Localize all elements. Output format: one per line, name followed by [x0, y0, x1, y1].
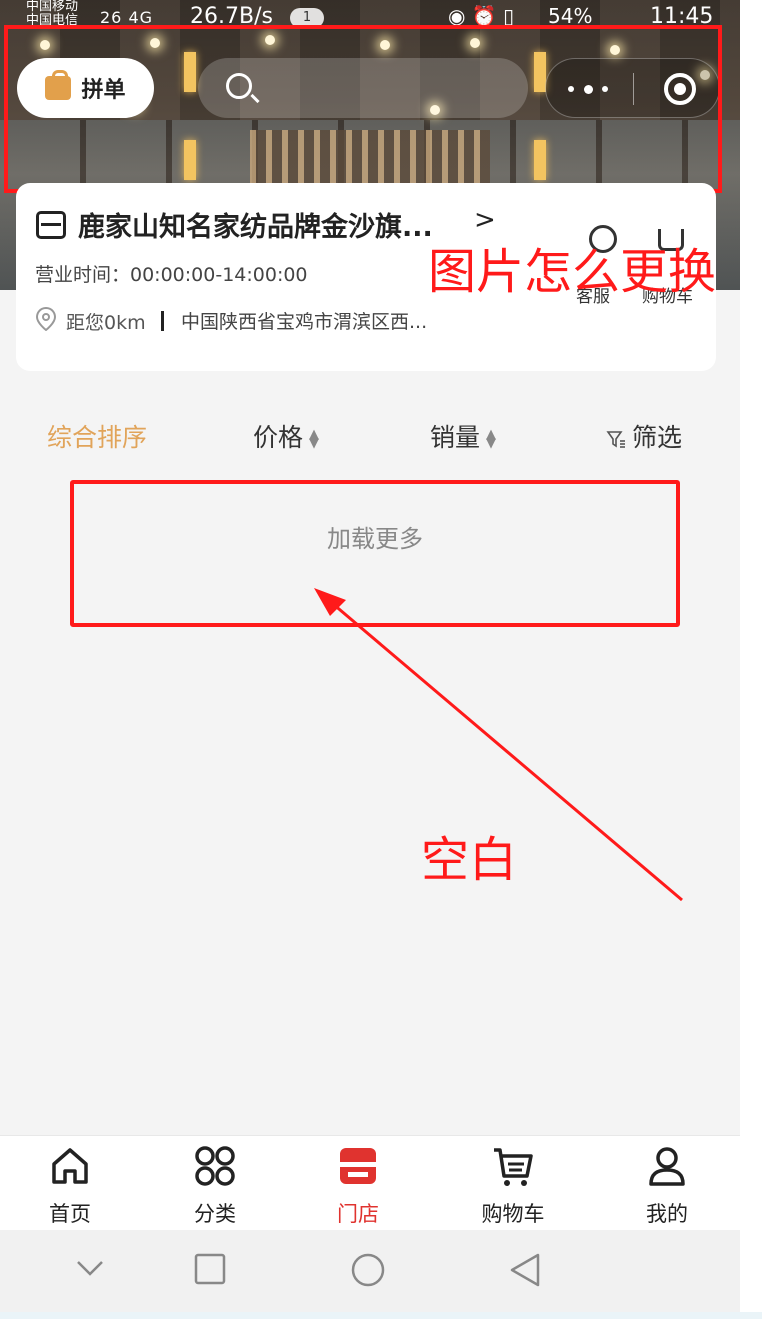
tab-store-label: 门店 — [337, 1202, 379, 1226]
sort-price[interactable]: 价格 ▲ ▼ — [253, 418, 319, 454]
tab-home[interactable]: 首页 — [15, 1144, 125, 1228]
tab-home-label: 首页 — [49, 1202, 91, 1226]
sort-comprehensive-label: 综合排序 — [47, 423, 148, 452]
tab-store[interactable]: 门店 — [303, 1144, 413, 1228]
store-icon — [340, 1148, 376, 1184]
sort-comprehensive[interactable]: 综合排序 — [47, 418, 147, 454]
store-name[interactable]: 鹿家山知名家纺品牌金沙旗... — [78, 205, 433, 244]
tab-category-label: 分类 — [194, 1202, 236, 1226]
filter-label: 筛选 — [632, 423, 683, 452]
annotation-frame-header — [4, 25, 722, 193]
sort-arrows-icon: ▲ ▼ — [309, 427, 320, 451]
carrier-info: 中国移动 中国电信 — [26, 0, 78, 28]
annotation-image-question: 图片怎么更换 — [428, 244, 717, 300]
chevron-down-icon[interactable] — [74, 1258, 106, 1278]
filter-button[interactable]: 筛选 — [606, 418, 682, 454]
filter-icon — [606, 431, 625, 448]
home-circle-icon[interactable] — [350, 1252, 386, 1288]
sort-price-label: 价格 — [253, 423, 304, 452]
cart-icon — [494, 1148, 533, 1186]
bottom-tab-bar: 首页 分类 门店 购物车 我的 — [0, 1135, 740, 1230]
annotation-frame-loadmore: 加载更多 — [70, 480, 680, 627]
home-icon — [52, 1148, 88, 1184]
screen-edge — [740, 0, 762, 1319]
tab-cart-label: 购物车 — [481, 1202, 545, 1226]
annotation-blank: 空白 — [421, 832, 518, 888]
sort-sales-label: 销量 — [430, 423, 481, 452]
chevron-right-icon[interactable]: > — [474, 205, 496, 235]
category-grid-icon — [195, 1146, 235, 1186]
sort-bar: 综合排序 价格 ▲ ▼ 销量 ▲ ▼ 筛选 — [0, 410, 740, 460]
store-address: 中国陕西省宝鸡市渭滨区西... — [181, 311, 428, 333]
divider — [161, 311, 164, 331]
store-distance: 距您0km — [66, 312, 146, 334]
load-more-text[interactable]: 加载更多 — [74, 519, 676, 554]
user-icon — [649, 1147, 685, 1186]
back-triangle-icon[interactable] — [508, 1252, 542, 1288]
sort-sales[interactable]: 销量 ▲ ▼ — [430, 418, 496, 454]
business-hours: 营业时间：00:00:00-14:00:00 — [35, 264, 308, 286]
store-icon — [36, 211, 66, 239]
system-nav-bar — [0, 1230, 740, 1312]
carrier-1: 中国移动 — [26, 0, 79, 14]
tab-mine-label: 我的 — [646, 1202, 688, 1226]
recents-square-icon[interactable] — [193, 1252, 227, 1286]
tab-category[interactable]: 分类 — [160, 1144, 270, 1228]
location-pin-icon — [36, 307, 56, 331]
sort-arrows-icon: ▲ ▼ — [486, 427, 497, 451]
tab-cart[interactable]: 购物车 — [458, 1144, 568, 1228]
tab-mine[interactable]: 我的 — [612, 1144, 722, 1228]
screen-bottom-edge — [0, 1312, 762, 1319]
